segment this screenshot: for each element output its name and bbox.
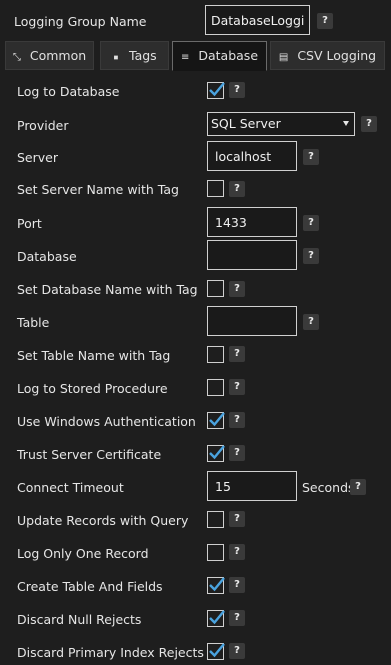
connect-timeout-input[interactable]: [207, 471, 297, 501]
resize-arrows-icon: ⤡: [12, 52, 21, 63]
help-icon[interactable]: ?: [229, 511, 245, 527]
help-icon[interactable]: ?: [229, 643, 245, 659]
create-table-label: Create Table And Fields: [17, 579, 163, 594]
checkmark-icon: [209, 577, 225, 592]
help-icon[interactable]: ?: [229, 577, 245, 593]
trust-cert-label: Trust Server Certificate: [17, 447, 162, 462]
help-icon[interactable]: ?: [229, 346, 245, 362]
database-settings-panel: [0, 71, 391, 665]
help-icon[interactable]: ?: [303, 314, 319, 330]
help-icon[interactable]: ?: [229, 412, 245, 428]
update-with-query-label: Update Records with Query: [17, 513, 189, 528]
csv-file-icon: ▤: [278, 52, 289, 63]
provider-select[interactable]: SQL Server: [207, 112, 355, 136]
tab-tags[interactable]: ◆ Tags: [100, 41, 169, 70]
log-one-record-checkbox[interactable]: [207, 544, 224, 561]
help-icon[interactable]: ?: [229, 181, 245, 197]
table-with-tag-label: Set Table Name with Tag: [17, 348, 171, 363]
windows-auth-label: Use Windows Authentication: [17, 414, 196, 429]
help-icon[interactable]: ?: [350, 479, 366, 495]
provider-selected-value: SQL Server: [211, 116, 281, 131]
help-icon[interactable]: ?: [229, 379, 245, 395]
help-icon[interactable]: ?: [229, 281, 245, 297]
table-with-tag-checkbox[interactable]: [207, 346, 224, 363]
checkmark-icon: [209, 643, 225, 658]
connect-timeout-label: Connect Timeout: [17, 480, 124, 495]
windows-auth-checkbox[interactable]: [207, 412, 225, 429]
help-icon[interactable]: ?: [229, 445, 245, 461]
help-icon[interactable]: ?: [303, 215, 319, 231]
port-input[interactable]: [207, 207, 297, 237]
tab-csv-logging[interactable]: ▤ CSV Logging: [270, 41, 385, 70]
logging-group-name-input[interactable]: [205, 5, 310, 35]
port-label: Port: [17, 216, 42, 231]
discard-null-checkbox[interactable]: [207, 610, 225, 627]
database-label: Database: [17, 249, 77, 264]
help-icon[interactable]: ?: [361, 116, 377, 132]
help-icon[interactable]: ?: [303, 248, 319, 264]
help-icon[interactable]: ?: [229, 82, 245, 98]
server-with-tag-label: Set Server Name with Tag: [17, 182, 179, 197]
tag-icon: ◆: [111, 52, 121, 63]
server-with-tag-checkbox[interactable]: [207, 180, 224, 197]
tab-label: Tags: [129, 48, 157, 63]
log-one-record-label: Log Only One Record: [17, 546, 149, 561]
table-input[interactable]: [207, 306, 297, 336]
help-icon[interactable]: ?: [229, 610, 245, 626]
checkmark-icon: [209, 82, 225, 97]
database-with-tag-label: Set Database Name with Tag: [17, 282, 198, 297]
tab-database[interactable]: ≡ Database: [172, 41, 267, 71]
tab-bar: ⤡ Common ◆ Tags ≡ Database ▤ CSV Logging: [5, 41, 385, 71]
help-icon[interactable]: ?: [303, 149, 319, 165]
discard-null-label: Discard Null Rejects: [17, 612, 142, 627]
help-icon[interactable]: ?: [317, 13, 333, 29]
create-table-checkbox[interactable]: [207, 577, 225, 594]
stored-procedure-label: Log to Stored Procedure: [17, 381, 168, 396]
server-input[interactable]: [207, 141, 297, 171]
tab-label: CSV Logging: [297, 48, 377, 63]
database-with-tag-checkbox[interactable]: [207, 280, 224, 297]
tab-label: Database: [198, 48, 259, 63]
log-to-database-checkbox[interactable]: [207, 82, 225, 99]
checkmark-icon: [209, 445, 225, 460]
update-with-query-checkbox[interactable]: [207, 511, 224, 528]
table-label: Table: [17, 315, 50, 330]
trust-cert-checkbox[interactable]: [207, 445, 225, 462]
discard-pk-label: Discard Primary Index Rejects: [17, 645, 204, 660]
help-icon[interactable]: ?: [229, 544, 245, 560]
checkmark-icon: [209, 610, 225, 625]
tab-common[interactable]: ⤡ Common: [5, 41, 94, 70]
database-input[interactable]: [207, 240, 297, 270]
discard-pk-checkbox[interactable]: [207, 643, 225, 660]
timeout-unit-label: Seconds: [302, 480, 355, 495]
provider-label: Provider: [17, 118, 69, 133]
stored-procedure-checkbox[interactable]: [207, 379, 224, 396]
tab-label: Common: [29, 48, 87, 63]
checkmark-icon: [209, 412, 225, 427]
server-label: Server: [17, 150, 58, 165]
chevron-down-icon: [343, 121, 349, 126]
logging-group-name-label: Logging Group Name: [14, 14, 147, 29]
log-to-database-label: Log to Database: [17, 84, 120, 99]
database-icon: ≡: [180, 52, 190, 63]
